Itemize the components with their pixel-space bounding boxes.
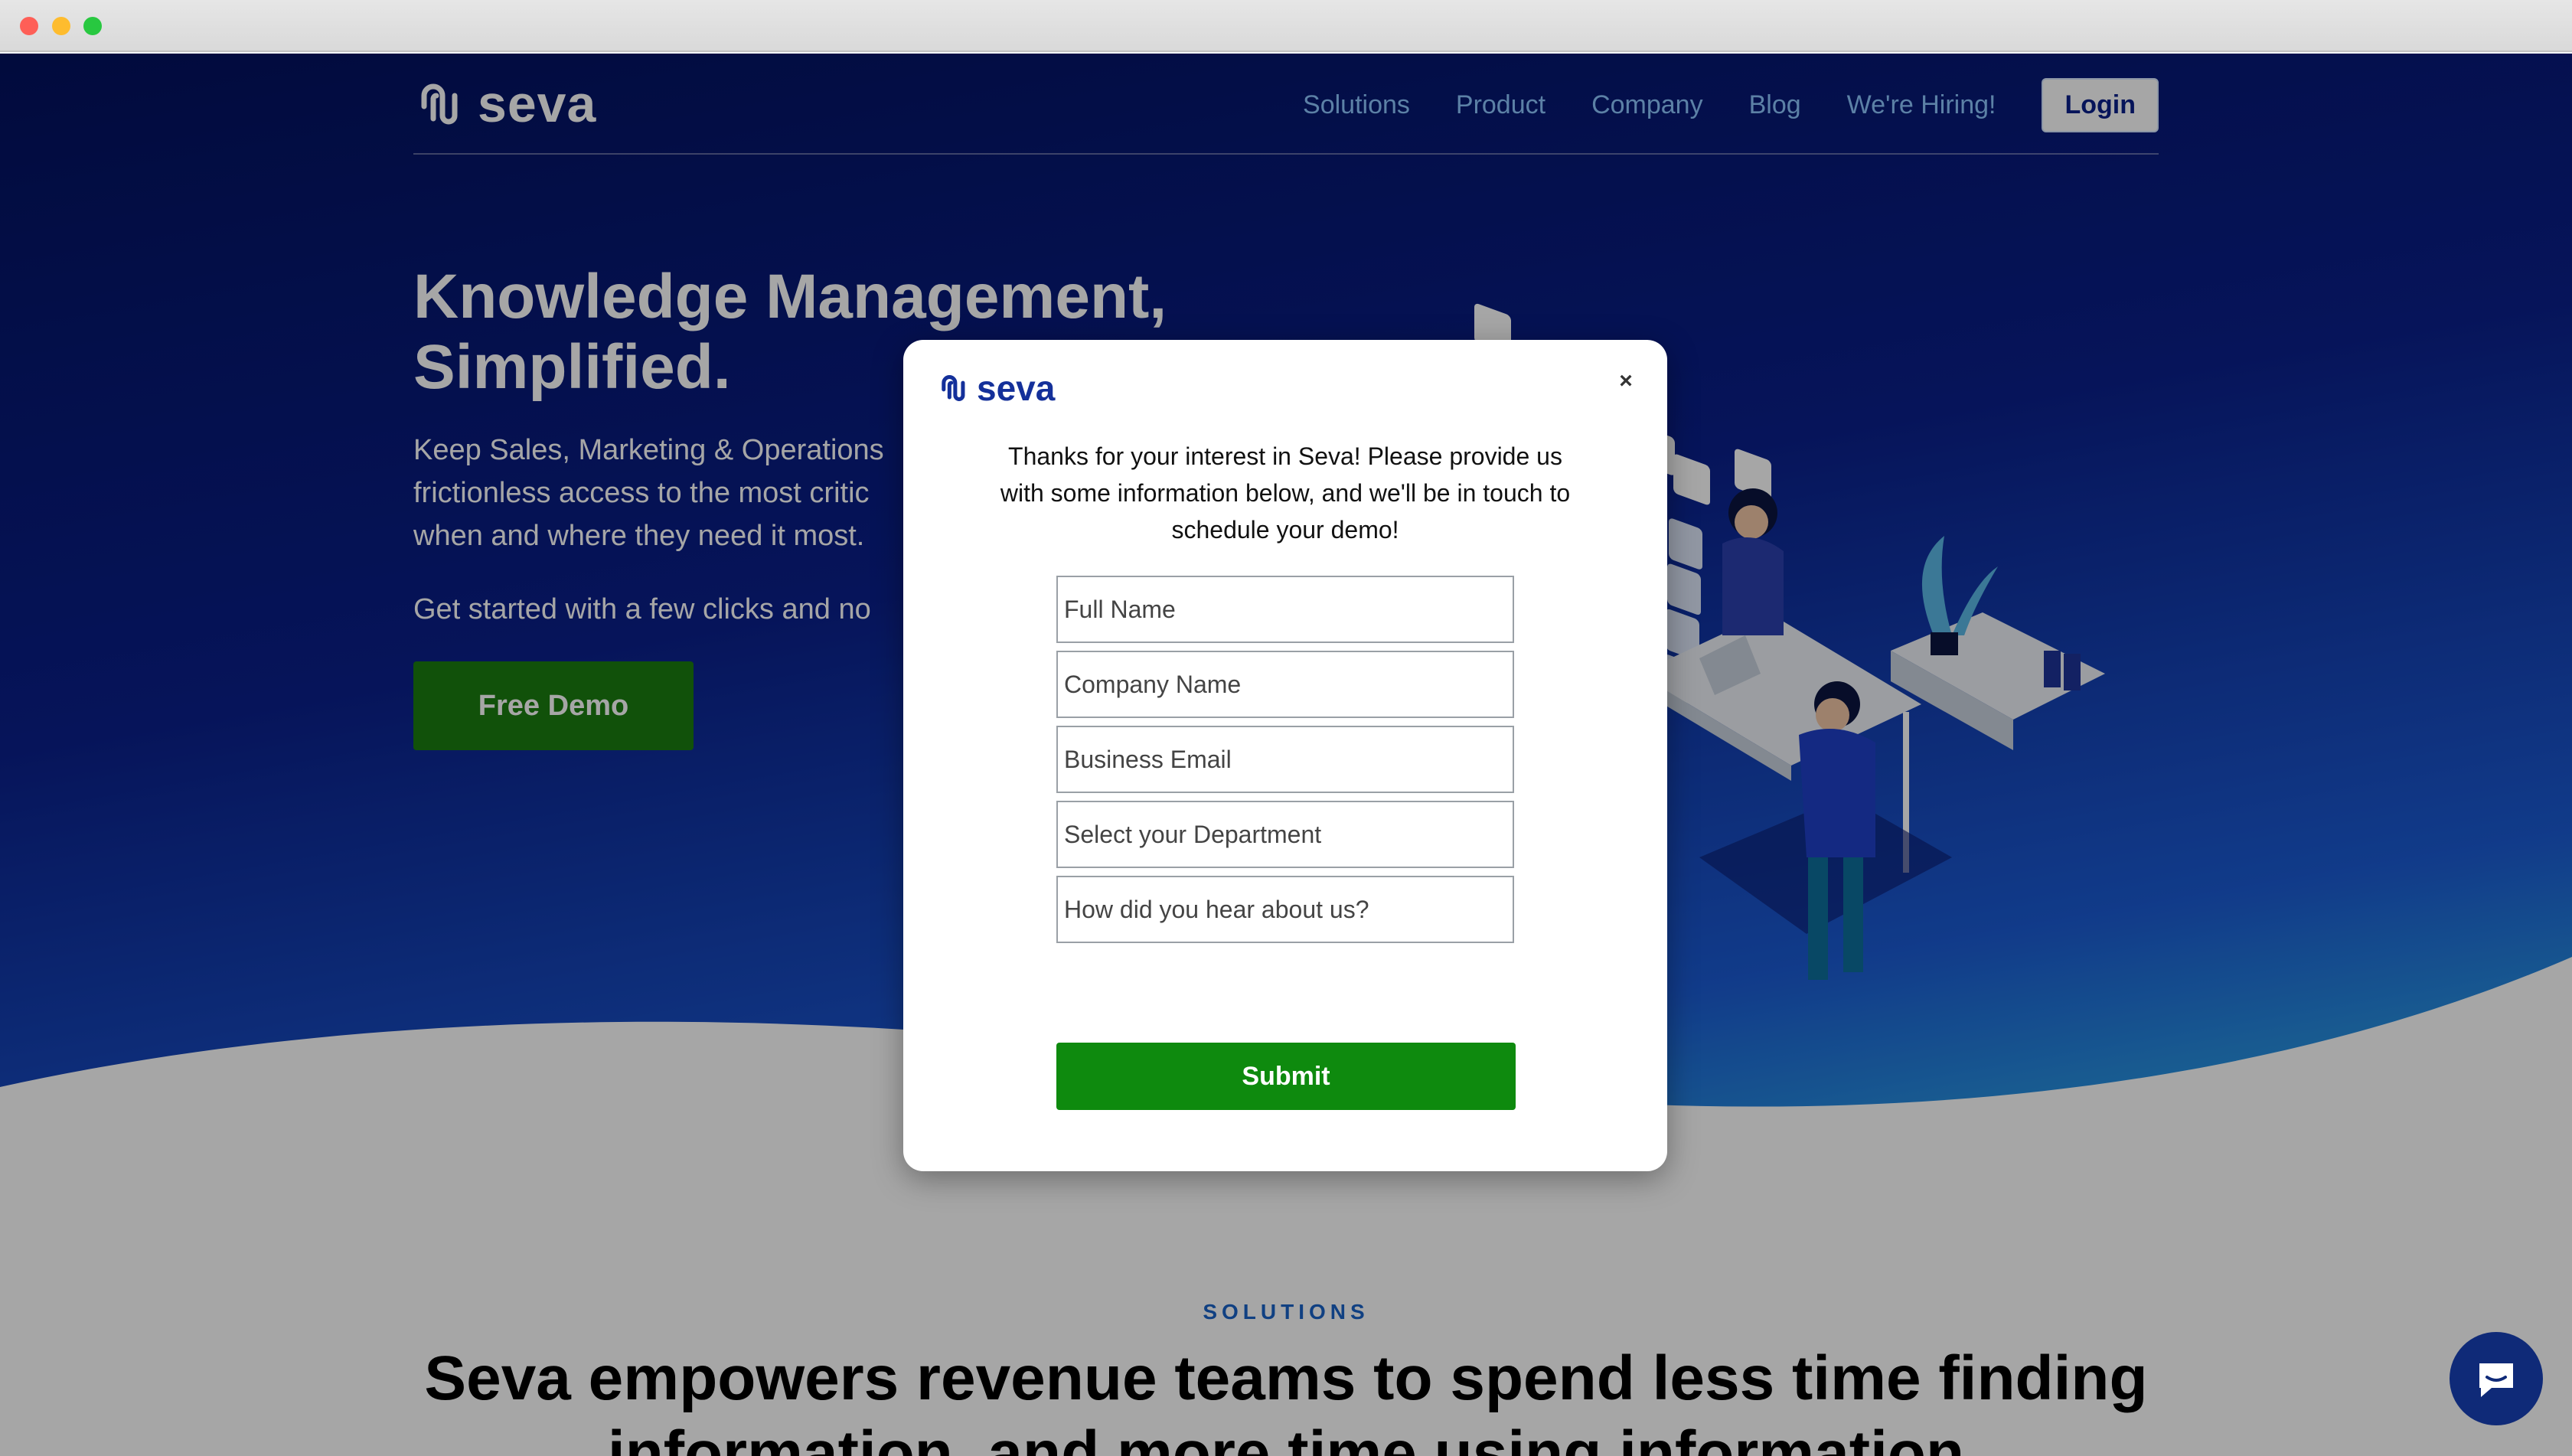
demo-request-modal: seva × Thanks for your interest in Seva!… [903,340,1667,1171]
business-email-field[interactable] [1056,726,1514,793]
company-name-field[interactable] [1056,651,1514,718]
modal-message: Thanks for your interest in Seva! Please… [1000,442,1571,544]
submit-button[interactable]: Submit [1056,1043,1516,1110]
chat-launcher-button[interactable] [2450,1332,2543,1425]
browser-titlebar [0,0,2572,52]
full-name-field[interactable] [1056,576,1514,643]
maximize-window-button[interactable] [83,17,102,35]
minimize-window-button[interactable] [52,17,70,35]
chat-bubble-icon [2479,1363,2513,1397]
close-window-button[interactable] [20,17,38,35]
modal-seva-logo: seva [937,367,1055,409]
seva-logo-icon [942,375,965,401]
referral-field[interactable] [1056,876,1514,943]
close-icon[interactable]: × [1612,367,1640,395]
modal-brand-name: seva [977,368,1056,408]
department-select[interactable] [1056,801,1514,868]
